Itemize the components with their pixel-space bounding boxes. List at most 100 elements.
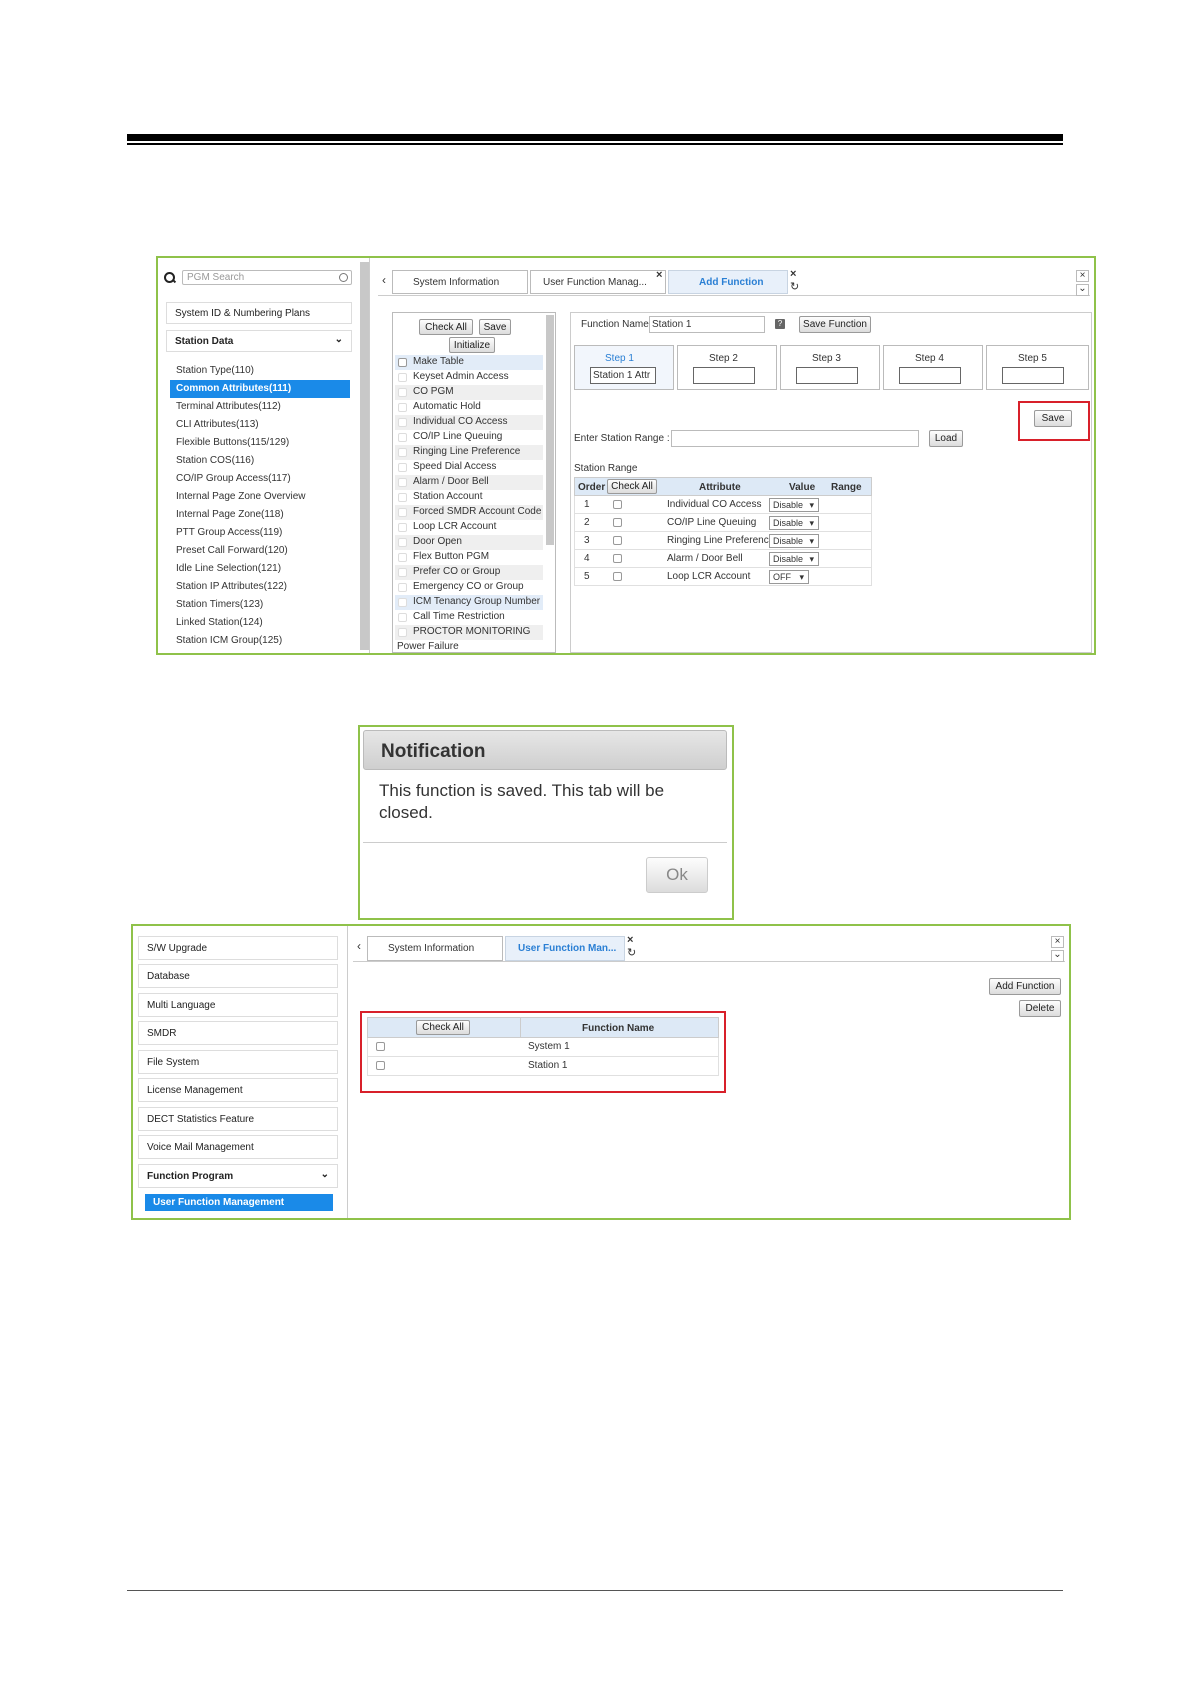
attribute-list-scrollbar[interactable] xyxy=(546,315,554,545)
attribute-checkbox[interactable] xyxy=(398,463,407,472)
table-check-all-button[interactable]: Check All xyxy=(607,479,657,494)
attribute-checkbox[interactable] xyxy=(398,598,407,607)
attribute-checkbox[interactable] xyxy=(398,358,407,367)
step-5-input[interactable] xyxy=(1002,367,1064,384)
tab-prev-button[interactable]: ‹ xyxy=(382,273,386,287)
nav-database[interactable]: Database xyxy=(138,964,338,988)
attribute-checkbox[interactable] xyxy=(398,418,407,427)
attribute-checkbox[interactable] xyxy=(398,568,407,577)
save-button[interactable]: Save xyxy=(479,319,511,335)
nav-item[interactable]: Preset Call Forward(120) xyxy=(170,542,350,560)
attribute-item[interactable]: Alarm / Door Bell xyxy=(395,475,543,490)
nav-dect-statistics[interactable]: DECT Statistics Feature xyxy=(138,1107,338,1131)
nav-item-selected[interactable]: Common Attributes(111) xyxy=(170,380,350,398)
nav-multi-language[interactable]: Multi Language xyxy=(138,993,338,1017)
check-all-button[interactable]: Check All xyxy=(416,1020,470,1035)
nav-item[interactable]: Idle Line Selection(121) xyxy=(170,560,350,578)
attribute-item[interactable]: Call Time Restriction xyxy=(395,610,543,625)
window-collapse-button[interactable]: ⌄ xyxy=(1076,284,1089,296)
row-checkbox[interactable] xyxy=(613,572,622,581)
attribute-checkbox[interactable] xyxy=(398,583,407,592)
attribute-checkbox[interactable] xyxy=(398,373,407,382)
nav-item[interactable]: CO/IP Group Access(117) xyxy=(170,470,350,488)
attribute-item[interactable]: Keyset Admin Access xyxy=(395,370,543,385)
step-2[interactable]: Step 2 xyxy=(677,345,777,390)
nav-item[interactable]: Terminal Attributes(112) xyxy=(170,398,350,416)
help-icon[interactable]: ? xyxy=(775,319,785,329)
nav-item[interactable]: Station ICM Group(125) xyxy=(170,632,350,650)
step-4-input[interactable] xyxy=(899,367,961,384)
load-button[interactable]: Load xyxy=(929,430,963,447)
ok-button[interactable]: Ok xyxy=(646,857,708,893)
row-checkbox[interactable] xyxy=(613,554,622,563)
attribute-checkbox[interactable] xyxy=(398,478,407,487)
value-select[interactable]: Disable xyxy=(769,552,819,566)
nav-item[interactable]: Internal Page Zone Overview xyxy=(170,488,350,506)
attribute-checkbox[interactable] xyxy=(398,613,407,622)
nav-item[interactable]: Linked Station(124) xyxy=(170,614,350,632)
window-collapse-button[interactable]: ⌄ xyxy=(1051,950,1064,962)
search-input[interactable]: PGM Search xyxy=(182,270,352,285)
nav-item[interactable]: Station IP Attributes(122) xyxy=(170,578,350,596)
close-icon[interactable]: × xyxy=(790,268,796,280)
attribute-checkbox[interactable] xyxy=(398,493,407,502)
attribute-item[interactable]: Flex Button PGM xyxy=(395,550,543,565)
value-select[interactable]: Disable xyxy=(769,516,819,530)
attribute-item[interactable]: CO PGM xyxy=(395,385,543,400)
attribute-item[interactable]: PROCTOR MONITORING xyxy=(395,625,543,640)
step-save-button[interactable]: Save xyxy=(1034,410,1072,427)
value-select[interactable]: Disable xyxy=(769,498,819,512)
attribute-item[interactable]: Emergency CO or Group xyxy=(395,580,543,595)
row-checkbox[interactable] xyxy=(613,518,622,527)
step-3[interactable]: Step 3 xyxy=(780,345,880,390)
add-function-button[interactable]: Add Function xyxy=(989,978,1061,995)
step-4[interactable]: Step 4 xyxy=(883,345,983,390)
step-1[interactable]: Step 1 Station 1 Attr xyxy=(574,345,674,390)
refresh-icon[interactable]: ↻ xyxy=(627,946,636,959)
refresh-icon[interactable]: ↻ xyxy=(790,280,799,293)
window-close-button[interactable]: × xyxy=(1076,270,1089,282)
nav-item[interactable]: Station Type(110) xyxy=(170,362,350,380)
check-all-button[interactable]: Check All xyxy=(419,319,473,335)
window-close-button[interactable]: × xyxy=(1051,936,1064,948)
attribute-checkbox[interactable] xyxy=(398,508,407,517)
attribute-item[interactable]: Speed Dial Access xyxy=(395,460,543,475)
attribute-item[interactable]: ICM Tenancy Group Number xyxy=(395,595,543,610)
tab-user-function-manag[interactable]: User Function Manag... × xyxy=(530,269,666,294)
nav-system-id[interactable]: System ID & Numbering Plans xyxy=(166,302,352,324)
nav-item[interactable]: Internal Page Zone(118) xyxy=(170,506,350,524)
attribute-item[interactable]: Prefer CO or Group xyxy=(395,565,543,580)
row-checkbox[interactable] xyxy=(613,500,622,509)
attribute-item[interactable]: Door Open xyxy=(395,535,543,550)
attribute-checkbox[interactable] xyxy=(398,448,407,457)
nav-item[interactable]: Station COS(116) xyxy=(170,452,350,470)
attribute-checkbox[interactable] xyxy=(398,553,407,562)
nav-smdr[interactable]: SMDR xyxy=(138,1021,338,1045)
attribute-item[interactable]: Make Table xyxy=(395,355,543,370)
value-select[interactable]: Disable xyxy=(769,534,819,548)
nav-item[interactable]: Flexible Buttons(115/129) xyxy=(170,434,350,452)
tab-prev-button[interactable]: ‹ xyxy=(357,939,361,953)
attribute-checkbox[interactable] xyxy=(398,433,407,442)
attribute-checkbox[interactable] xyxy=(398,388,407,397)
nav-station-data[interactable]: Station Data ⌄ xyxy=(166,330,352,352)
nav-item[interactable]: Station Timers(123) xyxy=(170,596,350,614)
clear-icon[interactable] xyxy=(339,273,348,282)
attribute-item[interactable]: Power Failure xyxy=(395,640,543,653)
row-checkbox[interactable] xyxy=(376,1061,385,1070)
station-range-input[interactable] xyxy=(671,430,919,447)
save-function-button[interactable]: Save Function xyxy=(799,316,871,333)
nav-item[interactable]: CLI Attributes(113) xyxy=(170,416,350,434)
tab-system-information[interactable]: System Information xyxy=(392,270,528,294)
attribute-item[interactable]: Station Account xyxy=(395,490,543,505)
step-2-input[interactable] xyxy=(693,367,755,384)
close-icon[interactable]: × xyxy=(656,269,662,281)
nav-item[interactable]: PTT Group Access(119) xyxy=(170,524,350,542)
attribute-checkbox[interactable] xyxy=(398,538,407,547)
nav-voice-mail-management[interactable]: Voice Mail Management xyxy=(138,1135,338,1159)
tab-system-information[interactable]: System Information xyxy=(367,936,503,961)
nav-sw-upgrade[interactable]: S/W Upgrade xyxy=(138,936,338,960)
value-select[interactable]: OFF xyxy=(769,570,809,584)
close-icon[interactable]: × xyxy=(627,934,633,946)
attribute-checkbox[interactable] xyxy=(398,523,407,532)
